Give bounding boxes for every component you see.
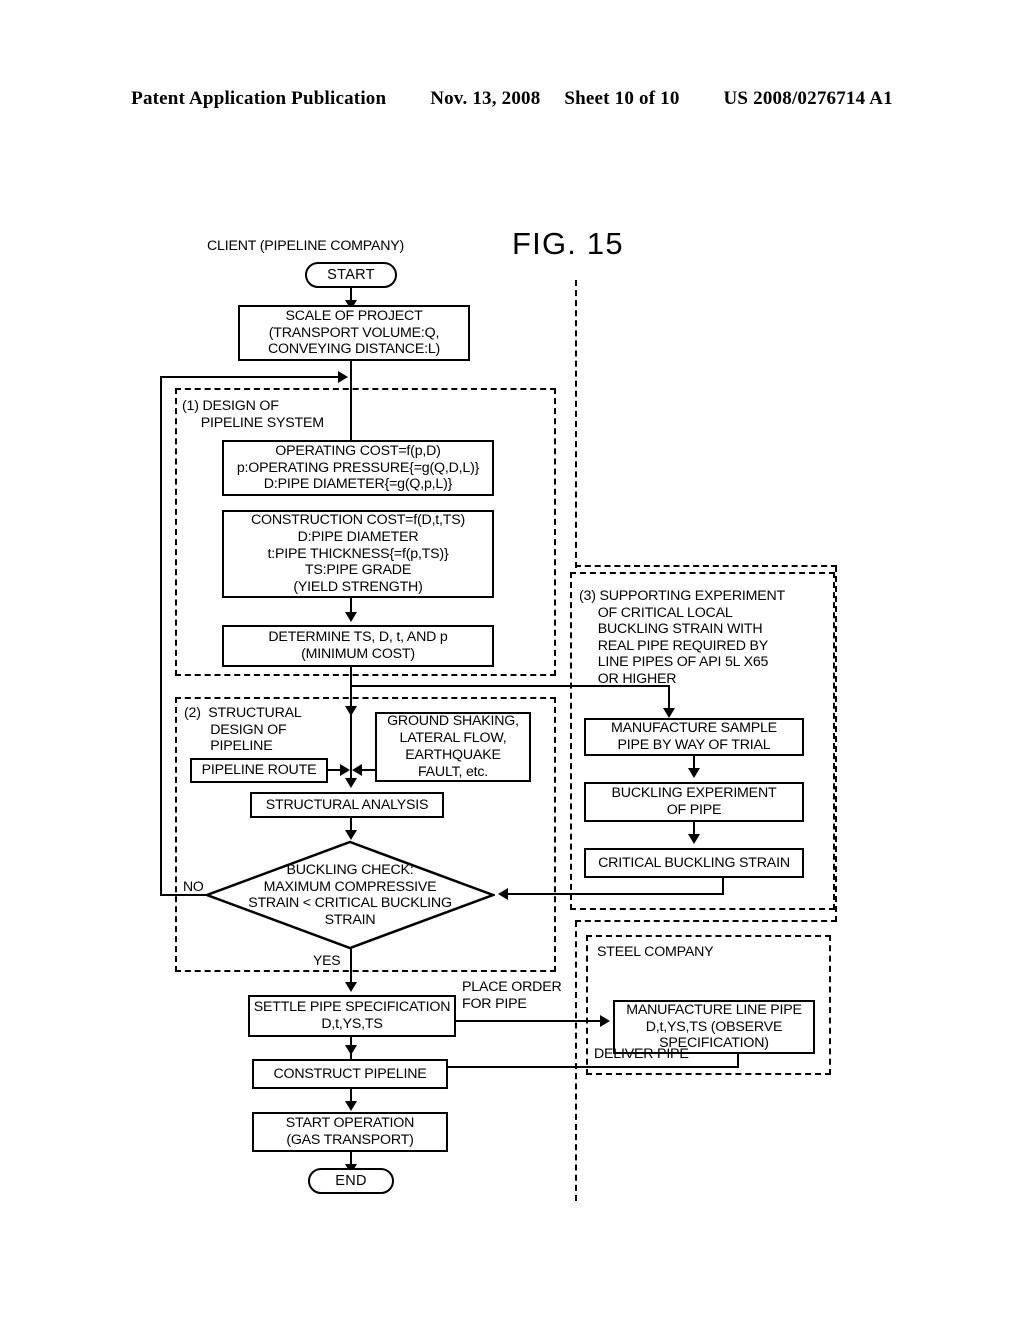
manufacture-sample-pipe-box[interactable]: MANUFACTURE SAMPLE PIPE BY WAY OF TRIAL (584, 718, 804, 756)
buckling-check-decision[interactable]: BUCKLING CHECK: MAXIMUM COMPRESSIVE STRA… (205, 840, 495, 950)
page-header: Patent Application Publication Nov. 13, … (0, 88, 1024, 110)
critical-buckling-strain-box[interactable]: CRITICAL BUCKLING STRAIN (584, 848, 804, 878)
construction-cost-box[interactable]: CONSTRUCTION COST=f(D,t,TS) D:PIPE DIAME… (222, 510, 494, 598)
connector-order-to-manufacture (456, 1020, 604, 1022)
group2-label: (2) STRUCTURAL DESIGN OF PIPELINE (184, 705, 302, 754)
connector-no-up (160, 376, 162, 894)
place-order-label: PLACE ORDER FOR PIPE (462, 979, 562, 1012)
connector-no-left (160, 894, 208, 896)
settle-pipe-specification-box[interactable]: SETTLE PIPE SPECIFICATION D,t,YS,TS (248, 995, 456, 1037)
connector-no-right (160, 376, 340, 378)
scale-of-project-box[interactable]: SCALE OF PROJECT (TRANSPORT VOLUME:Q, CO… (238, 305, 470, 361)
deliver-pipe-label: DELIVER PIPE (594, 1046, 689, 1062)
arrowhead-down-to-construct (345, 1045, 357, 1055)
start-terminator[interactable]: START (305, 262, 397, 288)
arrowhead-right-to-junction (340, 764, 350, 776)
arrowhead-down-to-analysis (345, 778, 357, 788)
swimlane-divider-right (835, 566, 837, 922)
patent-number: US 2008/0276714 A1 (723, 88, 893, 109)
buckling-experiment-box[interactable]: BUCKLING EXPERIMENT OF PIPE (584, 782, 804, 822)
arrowhead-down-to-strain (688, 834, 700, 844)
structural-analysis-box[interactable]: STRUCTURAL ANALYSIS (250, 792, 444, 818)
end-terminator[interactable]: END (308, 1168, 394, 1194)
hazards-box[interactable]: GROUND SHAKING, LATERAL FLOW, EARTHQUAKE… (375, 712, 531, 782)
arrowhead-down-to-settle-spec (345, 982, 357, 992)
connector-hazards-to-junction (361, 769, 375, 771)
determine-parameters-box[interactable]: DETERMINE TS, D, t, AND p (MINIMUM COST) (222, 625, 494, 667)
sheet-number: Sheet 10 of 10 (564, 88, 680, 109)
pipeline-route-box[interactable]: PIPELINE ROUTE (190, 758, 328, 783)
publication-date: Nov. 13, 2008 (430, 88, 541, 109)
arrowhead-left-to-decision (498, 888, 508, 900)
yes-label: YES (313, 952, 341, 968)
swimlane-divider-upper (575, 280, 577, 568)
steel-company-label: STEEL COMPANY (597, 944, 714, 960)
group3-label: (3) SUPPORTING EXPERIMENT OF CRITICAL LO… (579, 588, 786, 687)
swimlane-divider-jog-lower (575, 920, 837, 922)
no-label: NO (183, 878, 204, 894)
connector-strain-down (722, 878, 724, 894)
start-operation-box[interactable]: START OPERATION (GAS TRANSPORT) (252, 1112, 448, 1152)
swimlane-divider-jog-upper (575, 565, 837, 567)
group1-label: (1) DESIGN OF PIPELINE SYSTEM (182, 398, 324, 431)
arrowhead-down-to-operation (345, 1101, 357, 1111)
connector-junction-to-analysis (350, 716, 352, 778)
arrowhead-down-to-experiment (688, 768, 700, 778)
arrowhead-right-no-rejoin (338, 371, 348, 383)
buckling-check-label: BUCKLING CHECK: MAXIMUM COMPRESSIVE STRA… (248, 862, 452, 928)
swimlane-divider-lower (575, 921, 577, 1201)
client-label: CLIENT (PIPELINE COMPANY) (207, 238, 405, 254)
arrowhead-left-to-junction (352, 764, 362, 776)
figure-title: FIG. 15 (512, 226, 624, 261)
arrowhead-down-to-decision (345, 830, 357, 840)
arrowhead-down-to-determine (345, 612, 357, 622)
publication-title: Patent Application Publication (131, 88, 387, 109)
operating-cost-box[interactable]: OPERATING COST=f(p,D) p:OPERATING PRESSU… (222, 440, 494, 496)
connector-strain-to-decision (508, 893, 724, 895)
construct-pipeline-box[interactable]: CONSTRUCT PIPELINE (252, 1059, 448, 1089)
